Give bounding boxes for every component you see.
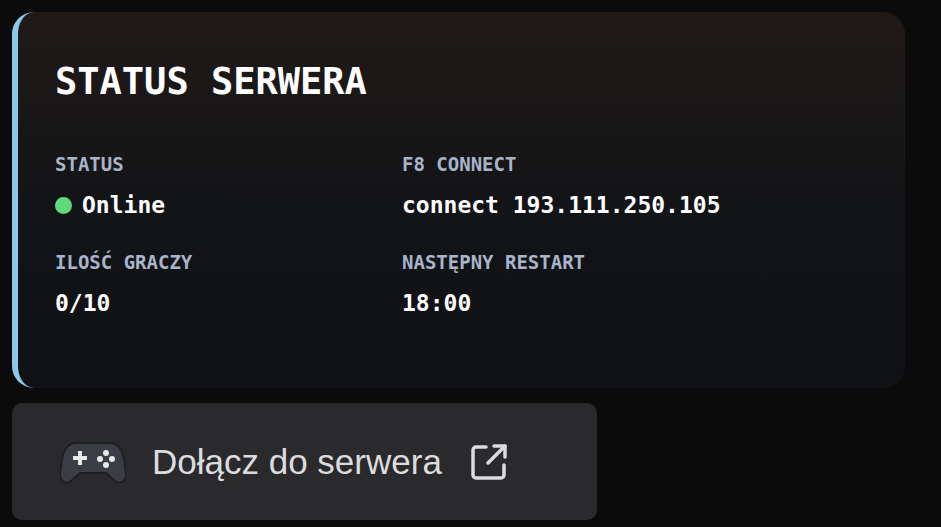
field-value: 0/10 (55, 288, 110, 318)
card-title: STATUS SERWERA (55, 60, 885, 104)
field-value: Online (82, 190, 165, 220)
field-label: NASTĘPNY RESTART (402, 250, 885, 274)
join-button[interactable]: Dołącz do serwera (12, 403, 597, 520)
status-dot-icon (55, 197, 72, 214)
gamepad-icon (60, 437, 126, 487)
field-value: connect 193.111.250.105 (402, 190, 721, 220)
status-field: NASTĘPNY RESTART 18:00 (402, 250, 885, 318)
status-card: STATUS SERWERA STATUS Online F8 CONNECT con… (12, 12, 905, 388)
field-label: F8 CONNECT (402, 152, 885, 176)
field-value-row: connect 193.111.250.105 (402, 190, 885, 220)
status-field: F8 CONNECT connect 193.111.250.105 (402, 152, 885, 220)
field-value-row: 0/10 (55, 288, 402, 318)
field-value: 18:00 (402, 288, 471, 318)
field-label: ILOŚĆ GRACZY (55, 250, 402, 274)
join-label[interactable]: Dołącz do serwera (152, 440, 442, 484)
external-link-icon (468, 441, 510, 483)
status-field: STATUS Online (55, 152, 402, 220)
field-value-row: Online (55, 190, 402, 220)
field-value-row: 18:00 (402, 288, 885, 318)
field-label: STATUS (55, 152, 402, 176)
status-field: ILOŚĆ GRACZY 0/10 (55, 250, 402, 318)
